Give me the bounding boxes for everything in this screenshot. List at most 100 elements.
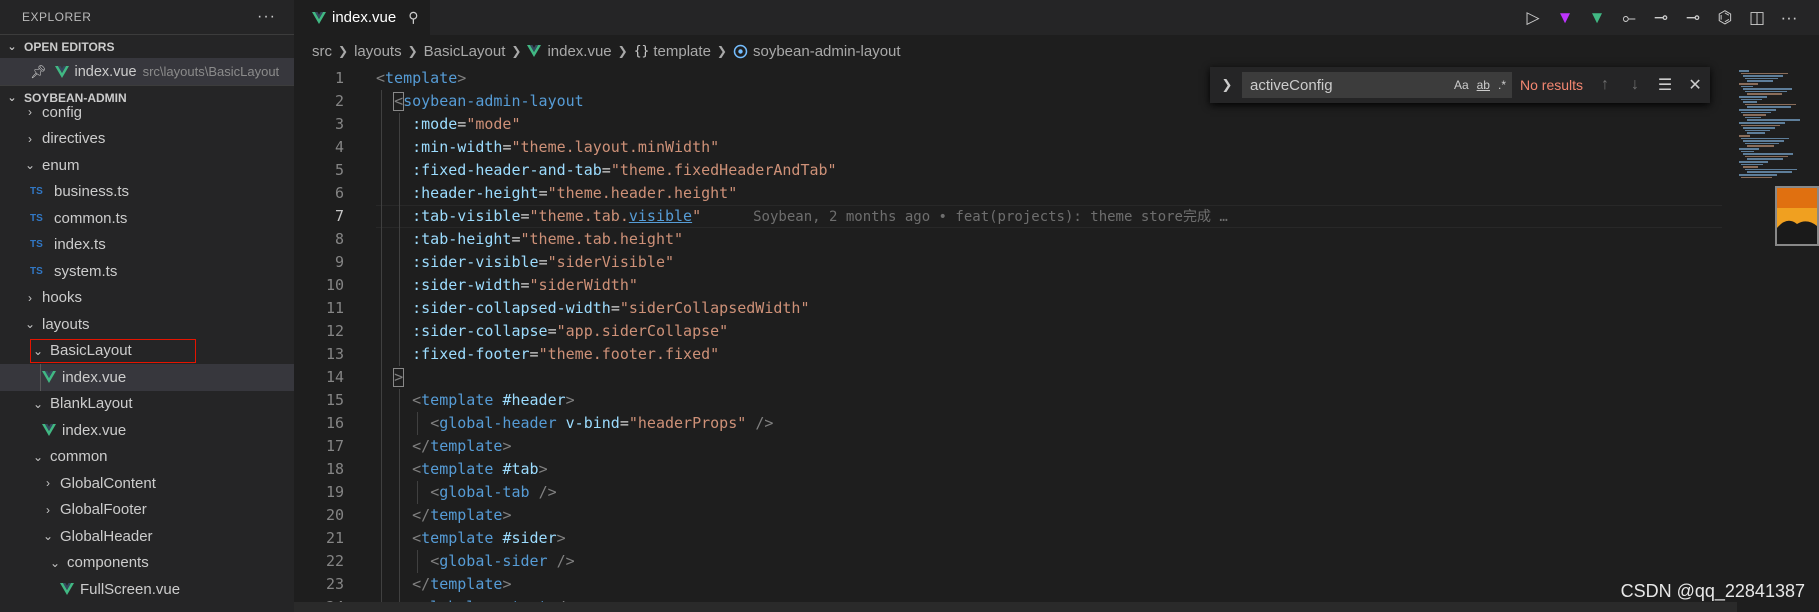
code-line[interactable]: 14 > [294, 366, 1724, 389]
code-line[interactable]: 23 </template> [294, 573, 1724, 596]
git-commit-next-icon[interactable]: ⊸ [1683, 8, 1703, 28]
code-line[interactable]: 3 :mode="mode" [294, 113, 1724, 136]
code-token: > [538, 460, 548, 478]
run-icon[interactable]: ▷ [1523, 8, 1543, 28]
tree-folder[interactable]: › hooks [0, 285, 294, 312]
tree-folder[interactable]: ⌄ components [0, 550, 294, 577]
code-line[interactable]: 18 <template #tab> [294, 458, 1724, 481]
code-token: < [412, 460, 422, 478]
code-line[interactable]: 17 </template> [294, 435, 1724, 458]
tree-folder[interactable]: ⌄ BasicLayout [0, 338, 294, 365]
code-line[interactable]: 22 <global-sider /> [294, 550, 1724, 573]
code-line[interactable]: 20 </template> [294, 504, 1724, 527]
chevron-right-icon: ❯ [338, 44, 349, 58]
arrow-down-icon[interactable]: ↓ [1627, 76, 1643, 94]
split-editor-icon[interactable]: ◫ [1747, 8, 1767, 28]
chevron-right-icon: ❯ [407, 44, 418, 58]
code-line[interactable]: 8 :tab-height="theme.tab.height" [294, 228, 1724, 251]
open-editor-item[interactable]: 📌︎ index.vue src\layouts\BasicLayout [0, 58, 294, 85]
tree-file[interactable]: FullScreen.vue [0, 576, 294, 603]
regex-toggle[interactable]: .* [1498, 78, 1506, 92]
code-line[interactable]: 9 :sider-visible="siderVisible" [294, 251, 1724, 274]
toggle-replace-icon[interactable]: ❯ [1216, 77, 1238, 93]
code-line[interactable]: 13 :fixed-footer="theme.footer.fixed" [294, 343, 1724, 366]
tree-file[interactable]: TS business.ts [0, 179, 294, 206]
chevron-right-icon: ❯ [511, 44, 522, 58]
tree-file[interactable]: index.vue [0, 364, 294, 391]
breadcrumb-item-template[interactable]: {} template [634, 43, 711, 60]
breadcrumb-file-label: index.vue [547, 42, 612, 60]
code-text: :fixed-header-and-tab="theme.fixedHeader… [376, 159, 836, 182]
tree-item-label: hooks [42, 289, 83, 307]
whole-word-toggle[interactable]: ab [1477, 78, 1490, 92]
breadcrumb-item[interactable]: layouts [354, 43, 402, 60]
breadcrumb: src ❯ layouts ❯ BasicLayout ❯ index.vue … [294, 35, 1819, 67]
code-token: template [421, 529, 494, 547]
image-preview-thumbnail[interactable] [1775, 186, 1819, 246]
tree-file[interactable]: TS index.ts [0, 232, 294, 259]
code-editor[interactable]: 1 <template> 2 <soybean-admin-layout 3 :mod… [294, 67, 1737, 612]
tree-file[interactable]: TS common.ts [0, 205, 294, 232]
tab-label: index.vue [332, 9, 397, 26]
tree-folder[interactable]: › directives [0, 126, 294, 153]
git-compare-icon[interactable]: ⟜ [1619, 8, 1639, 28]
breadcrumb-item-element[interactable]: soybean-admin-layout [733, 43, 901, 60]
code-line[interactable]: 12 :sider-collapse="app.siderCollapse" [294, 320, 1724, 343]
code-line[interactable]: 21 <template #sider> [294, 527, 1724, 550]
pin-icon[interactable]: 📌︎ [30, 64, 47, 80]
more-actions-icon[interactable]: ··· [1779, 8, 1799, 28]
tree-folder[interactable]: › config [0, 99, 294, 126]
tree-folder[interactable]: ⌄ GlobalHeader [0, 523, 294, 550]
tree-file[interactable]: index.vue [0, 417, 294, 444]
code-token: "app.siderCollapse" [556, 322, 729, 340]
more-icon[interactable]: ··· [257, 8, 276, 26]
match-case-toggle[interactable]: Aa [1454, 78, 1469, 92]
minimap-line [1747, 80, 1773, 82]
horizontal-scrollbar[interactable] [294, 602, 1737, 612]
code-line[interactable]: 19 <global-tab /> [294, 481, 1724, 504]
minimap-line [1741, 98, 1762, 101]
code-text: <global-header v-bind="headerProps" /> [376, 412, 773, 435]
tree-folder[interactable]: › GlobalFooter [0, 497, 294, 524]
chevron-right-icon: ❯ [716, 44, 727, 58]
code-token: </ [412, 575, 431, 593]
tree-item-label: GlobalHeader [60, 527, 153, 545]
code-token: = [511, 230, 521, 248]
git-blame-icon[interactable]: ⌬ [1715, 8, 1735, 28]
indent-guide [380, 90, 382, 612]
tree-folder[interactable]: › GlobalContent [0, 470, 294, 497]
code-line[interactable]: 5 :fixed-header-and-tab="theme.fixedHead… [294, 159, 1724, 182]
code-line[interactable]: 11 :sider-collapsed-width="siderCollapse… [294, 297, 1724, 320]
breadcrumb-item-file[interactable]: index.vue [527, 42, 612, 60]
git-commit-prev-icon[interactable]: ⊸ [1651, 8, 1671, 28]
breadcrumb-item[interactable]: src [312, 43, 332, 60]
vue-file-icon [60, 583, 74, 596]
code-line[interactable]: 16 <global-header v-bind="headerProps" /… [294, 412, 1724, 435]
close-icon[interactable]: ✕ [1687, 75, 1703, 95]
breadcrumb-item[interactable]: BasicLayout [424, 43, 506, 60]
find-in-selection-icon[interactable]: ☰ [1657, 75, 1673, 95]
open-editors-section[interactable]: ⌄ OPEN EDITORS [0, 34, 294, 58]
tree-folder[interactable]: ⌄ BlankLayout [0, 391, 294, 418]
code-line[interactable]: 6 :header-height="theme.header.height" [294, 182, 1724, 205]
code-line[interactable]: 10 :sider-width="siderWidth" [294, 274, 1724, 297]
vite-icon[interactable]: ▼ [1555, 8, 1575, 28]
tree-folder[interactable]: ⌄ layouts [0, 311, 294, 338]
minimap[interactable] [1737, 67, 1819, 612]
code-token: > [502, 437, 512, 455]
tree-file[interactable]: TS system.ts [0, 258, 294, 285]
code-token: template [430, 575, 503, 593]
open-editor-path: src\layouts\BasicLayout [142, 64, 280, 79]
code-line[interactable]: 4 :min-width="theme.layout.minWidth" [294, 136, 1724, 159]
code-line[interactable]: 7 :tab-visible="theme.tab.visible" Soybea… [294, 205, 1724, 228]
tab-index-vue[interactable]: index.vue ⚲ [294, 0, 430, 35]
vue-devtools-icon[interactable]: ▼ [1587, 8, 1607, 28]
pin-icon[interactable]: ⚲ [408, 9, 418, 26]
find-input[interactable] [1248, 75, 1446, 95]
tree-folder[interactable]: ⌄ common [0, 444, 294, 471]
minimap-line [1743, 75, 1783, 77]
tree-folder[interactable]: ⌄ enum [0, 152, 294, 179]
code-line[interactable]: 15 <template #header> [294, 389, 1724, 412]
arrow-up-icon[interactable]: ↑ [1597, 76, 1613, 94]
